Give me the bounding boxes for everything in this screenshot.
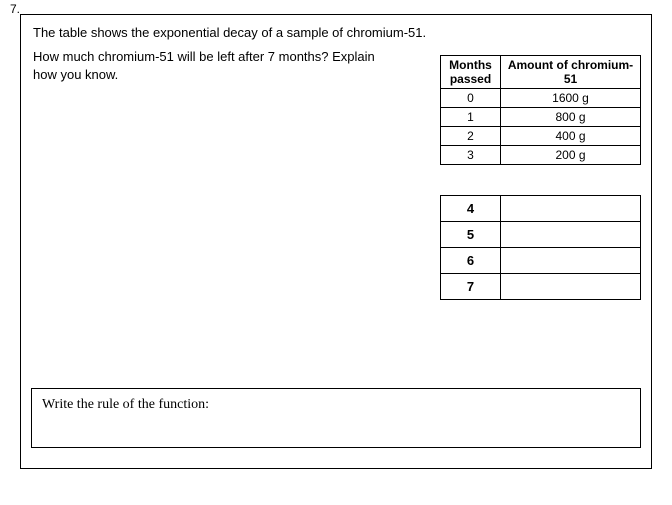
table-header-amount: Amount of chromium- 51 <box>501 56 641 89</box>
table-header-months: Months passed <box>441 56 501 89</box>
table-row: 1 800 g <box>441 108 641 127</box>
cell-amount-blank[interactable] <box>501 248 641 274</box>
table-row: 4 <box>441 196 641 222</box>
question-number: 7. <box>10 2 20 16</box>
header-text: Months <box>449 58 492 72</box>
data-table-given: Months passed Amount of chromium- 51 0 1… <box>440 55 641 165</box>
header-text: Amount of chromium- <box>508 58 633 72</box>
table-row: 3 200 g <box>441 146 641 165</box>
table-row: 0 1600 g <box>441 89 641 108</box>
intro-text: The table shows the exponential decay of… <box>21 15 651 48</box>
cell-months: 5 <box>441 222 501 248</box>
cell-months: 6 <box>441 248 501 274</box>
cell-months: 3 <box>441 146 501 165</box>
data-table-blank: 4 5 6 7 <box>440 195 641 300</box>
question-text: How much chromium-51 will be left after … <box>21 48 401 84</box>
cell-amount: 800 g <box>501 108 641 127</box>
cell-amount-blank[interactable] <box>501 222 641 248</box>
cell-amount: 200 g <box>501 146 641 165</box>
header-text: 51 <box>564 72 577 86</box>
table-row: 2 400 g <box>441 127 641 146</box>
cell-months: 2 <box>441 127 501 146</box>
rule-answer-box[interactable]: Write the rule of the function: <box>31 388 641 448</box>
cell-months: 4 <box>441 196 501 222</box>
cell-months: 1 <box>441 108 501 127</box>
cell-amount: 1600 g <box>501 89 641 108</box>
table-row: 7 <box>441 274 641 300</box>
cell-months: 0 <box>441 89 501 108</box>
cell-amount-blank[interactable] <box>501 274 641 300</box>
table-row: 5 <box>441 222 641 248</box>
cell-amount-blank[interactable] <box>501 196 641 222</box>
rule-prompt-text: Write the rule of the function: <box>42 397 209 412</box>
cell-amount: 400 g <box>501 127 641 146</box>
cell-months: 7 <box>441 274 501 300</box>
table-row: 6 <box>441 248 641 274</box>
header-text: passed <box>450 72 491 86</box>
problem-container: The table shows the exponential decay of… <box>20 14 652 469</box>
